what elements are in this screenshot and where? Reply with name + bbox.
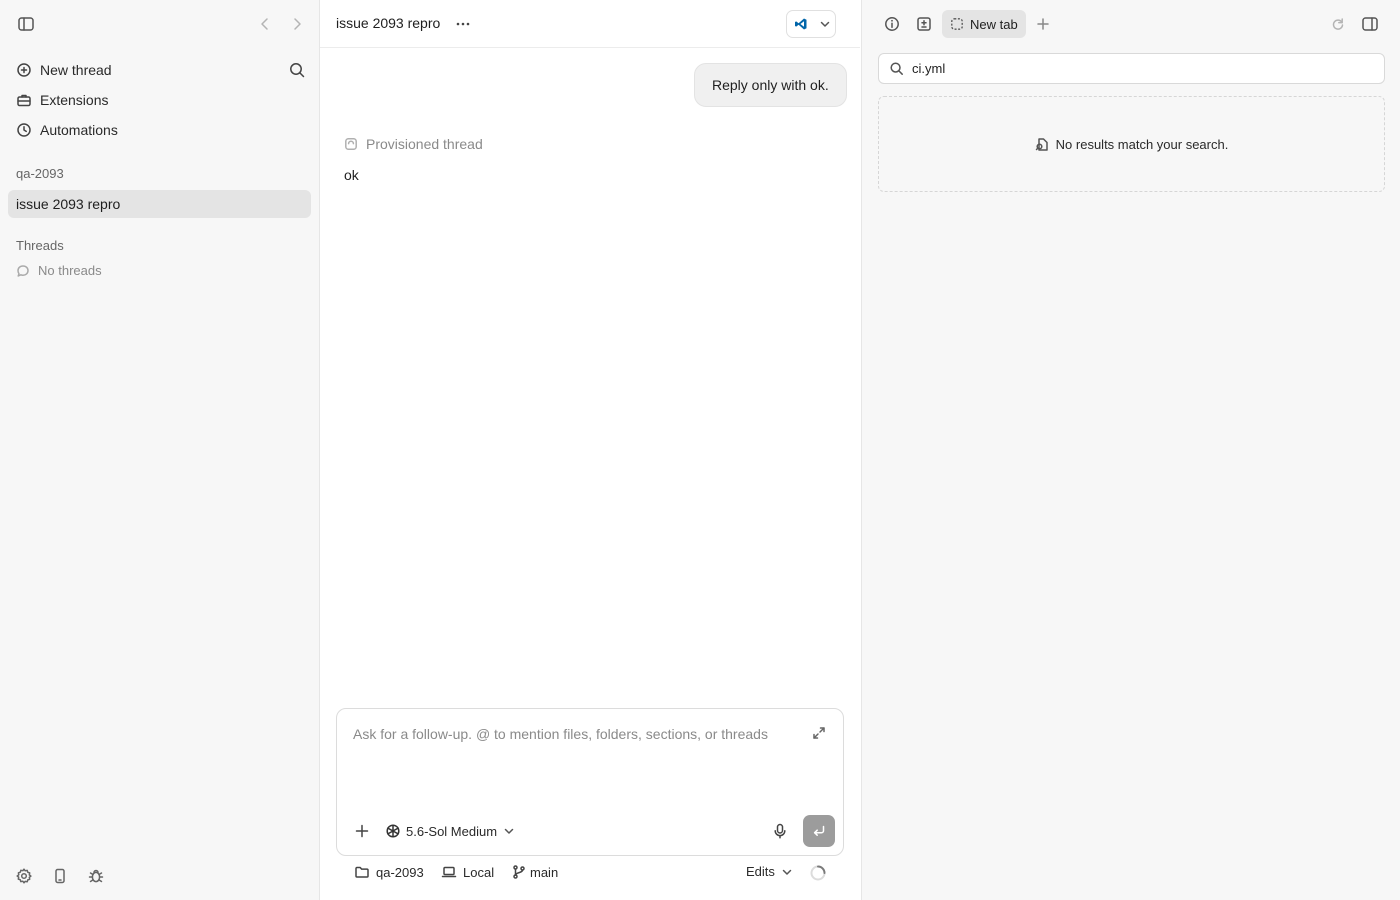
git-branch-icon xyxy=(512,864,526,880)
user-message: Reply only with ok. xyxy=(694,63,847,107)
phone-icon[interactable] xyxy=(51,867,69,885)
branch-name: main xyxy=(530,864,559,880)
toolbox-icon xyxy=(16,92,32,108)
sidebar: New thread Extensions Automations qa-209… xyxy=(0,0,320,900)
automations-button[interactable]: Automations xyxy=(8,116,311,144)
edits-label: Edits xyxy=(746,864,775,879)
bug-icon[interactable] xyxy=(87,867,105,885)
branch-selector[interactable]: main xyxy=(512,864,558,880)
chevron-down-icon xyxy=(818,17,832,31)
project-group-heading[interactable]: qa-2093 xyxy=(16,166,64,181)
info-icon[interactable] xyxy=(883,15,901,33)
model-selector[interactable]: 5.6-Sol Medium xyxy=(385,820,516,842)
model-name: 5.6-Sol Medium xyxy=(406,823,498,839)
environment-name: Local xyxy=(463,864,495,880)
thread-title: issue 2093 repro xyxy=(336,15,441,31)
search-icon xyxy=(889,61,904,76)
chevron-down-icon xyxy=(780,865,794,879)
no-threads-label: No threads xyxy=(38,263,102,278)
follow-up-input[interactable] xyxy=(353,724,793,744)
user-message-text: Reply only with ok. xyxy=(712,77,829,93)
sidebar-thread-item[interactable]: issue 2093 repro xyxy=(8,190,311,218)
new-thread-label: New thread xyxy=(40,62,112,78)
composer: 5.6-Sol Medium xyxy=(336,708,844,856)
model-logo-icon xyxy=(385,823,401,839)
search-icon[interactable] xyxy=(288,61,306,79)
edits-menu[interactable]: Edits xyxy=(746,864,794,879)
expand-icon[interactable] xyxy=(811,725,827,741)
threads-heading: Threads xyxy=(16,238,64,253)
chevron-down-icon xyxy=(502,824,516,838)
sidebar-thread-label: issue 2093 repro xyxy=(16,196,121,212)
tab-new-tab[interactable]: New tab xyxy=(942,10,1026,38)
sidebar-toggle-icon[interactable] xyxy=(17,15,35,33)
chat-bubble-icon xyxy=(16,264,30,278)
thread-status: Provisioned thread xyxy=(344,136,483,152)
thread-status-label: Provisioned thread xyxy=(366,136,483,152)
extensions-label: Extensions xyxy=(40,92,109,108)
environment-selector[interactable]: Local xyxy=(441,864,494,880)
folder-name: qa-2093 xyxy=(376,864,424,880)
thread-header: issue 2093 repro xyxy=(320,0,860,48)
extensions-button[interactable]: Extensions xyxy=(8,86,311,114)
tab-label: New tab xyxy=(970,16,1018,32)
thread-view: issue 2093 repro Reply only with ok. Pro… xyxy=(320,0,860,900)
search-results-empty: No results match your search. xyxy=(878,96,1385,192)
more-options-icon[interactable] xyxy=(453,14,473,34)
send-button[interactable] xyxy=(803,815,835,847)
diff-icon[interactable] xyxy=(915,15,933,33)
settings-icon[interactable] xyxy=(15,867,33,885)
back-arrow-icon[interactable] xyxy=(257,15,273,33)
dashed-square-icon xyxy=(950,17,964,31)
sidebar-top-bar xyxy=(0,0,320,48)
send-icon xyxy=(811,823,827,839)
loading-spinner-icon xyxy=(809,864,827,882)
clock-icon xyxy=(16,122,32,138)
new-thread-button[interactable]: New thread xyxy=(8,56,311,84)
panel-layout-icon[interactable] xyxy=(1361,15,1379,33)
add-attachment-icon[interactable] xyxy=(353,822,371,840)
folder-selector[interactable]: qa-2093 xyxy=(354,864,424,880)
thread-footer: qa-2093 Local main Edits xyxy=(320,860,860,886)
folder-icon xyxy=(354,864,370,880)
laptop-icon xyxy=(441,864,457,880)
plus-circle-icon xyxy=(16,62,32,78)
add-tab-icon[interactable] xyxy=(1034,15,1052,33)
microphone-icon[interactable] xyxy=(771,822,789,840)
vscode-icon xyxy=(794,17,808,31)
file-search-input[interactable] xyxy=(912,61,1372,76)
no-results-message: No results match your search. xyxy=(1055,136,1229,152)
browser-panel: New tab No results match your search. xyxy=(861,0,1400,900)
no-threads-placeholder: No threads xyxy=(16,263,102,278)
file-search-box[interactable] xyxy=(878,53,1385,84)
refresh-icon[interactable] xyxy=(1330,15,1346,33)
automations-label: Automations xyxy=(40,122,118,138)
forward-arrow-icon[interactable] xyxy=(289,15,305,33)
status-icon xyxy=(344,137,358,151)
assistant-reply: ok xyxy=(344,167,359,183)
open-in-editor-button[interactable] xyxy=(786,10,836,38)
file-not-found-icon xyxy=(1035,137,1050,152)
